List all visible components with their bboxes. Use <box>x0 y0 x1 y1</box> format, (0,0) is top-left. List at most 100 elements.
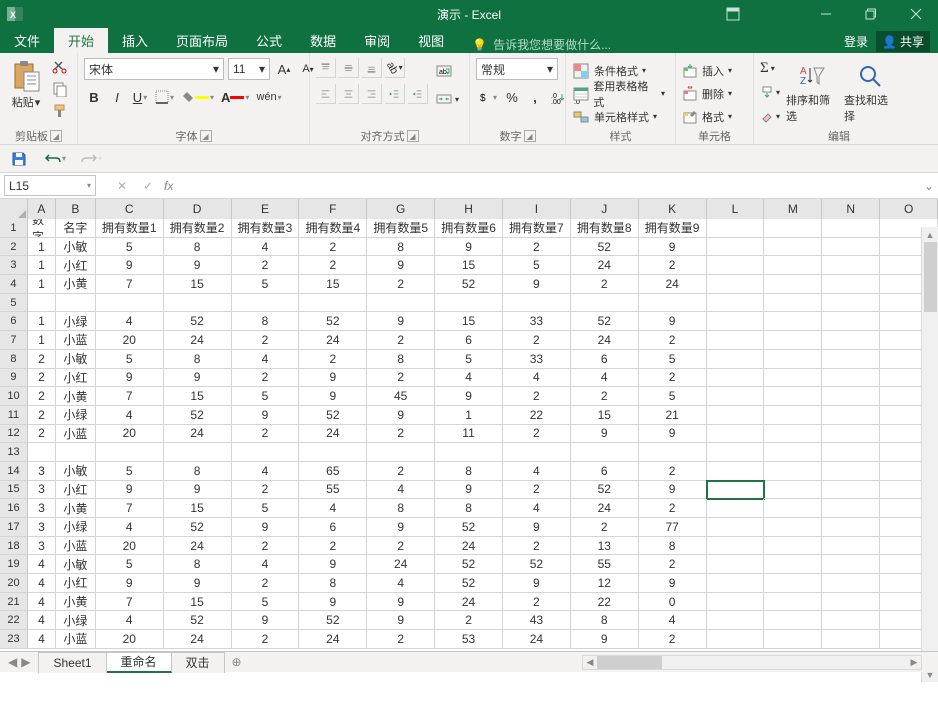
tab-view[interactable]: 视图 <box>404 28 458 53</box>
grid-cell[interactable] <box>764 499 822 518</box>
grid-cell[interactable]: 小蓝 <box>56 425 96 444</box>
grid-cell[interactable]: 2 <box>299 537 367 556</box>
grid-cell[interactable]: 1 <box>28 238 56 257</box>
find-select-button[interactable]: 查找和选择 <box>844 58 896 124</box>
tab-file[interactable]: 文件 <box>0 28 54 53</box>
grid-cell[interactable] <box>707 369 765 388</box>
sheet-tab[interactable]: 重命名 <box>107 652 172 673</box>
grid-cell[interactable] <box>764 518 822 537</box>
grid-cell[interactable]: 9 <box>232 406 300 425</box>
grid-cell[interactable]: 52 <box>435 574 503 593</box>
grid-cell[interactable] <box>822 574 880 593</box>
grid-cell[interactable]: 5 <box>435 350 503 369</box>
select-all-corner[interactable] <box>0 199 28 219</box>
grid-cell[interactable]: 2 <box>232 425 300 444</box>
grid-cell[interactable]: 2 <box>232 630 300 649</box>
grid-cell[interactable]: 2 <box>503 537 571 556</box>
grid-cell[interactable]: 33 <box>503 312 571 331</box>
sheet-tab[interactable]: Sheet1 <box>38 652 106 673</box>
grid-cell[interactable] <box>639 443 707 462</box>
grid-cell[interactable]: 55 <box>299 481 367 500</box>
grid-cell[interactable] <box>639 294 707 313</box>
grid-cell[interactable]: 9 <box>232 611 300 630</box>
phonetic-button[interactable]: wén▾ <box>254 86 283 108</box>
column-header[interactable]: E <box>232 199 300 219</box>
grid-cell[interactable] <box>707 481 765 500</box>
grid-cell[interactable]: 24 <box>571 499 639 518</box>
grid-cell[interactable] <box>764 406 822 425</box>
grid-cell[interactable]: 拥有数量7 <box>503 219 571 238</box>
grid-cell[interactable] <box>764 574 822 593</box>
redo-button[interactable]: ▾ <box>80 148 102 170</box>
grid-cell[interactable]: 9 <box>503 275 571 294</box>
grid-cell[interactable] <box>503 443 571 462</box>
grid-cell[interactable] <box>707 443 765 462</box>
grid-cell[interactable]: 7 <box>96 593 164 612</box>
grid-cell[interactable]: 0 <box>639 593 707 612</box>
grid-cell[interactable]: 2 <box>232 331 300 350</box>
grid-cell[interactable]: 15 <box>164 593 232 612</box>
row-header[interactable]: 19 <box>0 555 28 574</box>
grid-cell[interactable]: 24 <box>571 331 639 350</box>
insert-cells-button[interactable]: 插入▾ <box>682 60 736 81</box>
grid-cell[interactable]: 9 <box>639 238 707 257</box>
grid-cell[interactable] <box>764 593 822 612</box>
grid-cell[interactable]: 2 <box>503 481 571 500</box>
grid-cell[interactable] <box>707 518 765 537</box>
grid-cell[interactable] <box>822 518 880 537</box>
grid-cell[interactable]: 2 <box>232 256 300 275</box>
grid-cell[interactable]: 24 <box>299 425 367 444</box>
grid-cell[interactable]: 8 <box>367 499 435 518</box>
grid-cell[interactable]: 9 <box>164 481 232 500</box>
grid-cell[interactable]: 52 <box>164 611 232 630</box>
grid-cell[interactable]: 15 <box>435 256 503 275</box>
grid-cell[interactable]: 15 <box>299 275 367 294</box>
grid-cell[interactable]: 4 <box>96 518 164 537</box>
grid-cell[interactable]: 1 <box>28 331 56 350</box>
row-header[interactable]: 2 <box>0 238 28 257</box>
grid-cell[interactable] <box>707 238 765 257</box>
grid-cell[interactable]: 拥有数量4 <box>299 219 367 238</box>
grid-cell[interactable]: 22 <box>571 593 639 612</box>
grid-cell[interactable]: 2 <box>367 331 435 350</box>
grid-cell[interactable]: 2 <box>367 275 435 294</box>
column-header[interactable]: O <box>880 199 938 219</box>
column-header[interactable]: F <box>299 199 367 219</box>
grid-cell[interactable]: 3 <box>28 462 56 481</box>
grid-cell[interactable]: 拥有数量3 <box>232 219 300 238</box>
row-header[interactable]: 3 <box>0 256 28 275</box>
grid-cell[interactable]: 小绿 <box>56 312 96 331</box>
scroll-up-button[interactable]: ▲ <box>922 227 938 242</box>
grid-cell[interactable]: 15 <box>164 387 232 406</box>
grid-cell[interactable]: 9 <box>639 425 707 444</box>
grid-cell[interactable]: 拥有数量2 <box>164 219 232 238</box>
grid-cell[interactable] <box>707 499 765 518</box>
grid-cell[interactable]: 12 <box>571 574 639 593</box>
grid-cell[interactable]: 24 <box>164 537 232 556</box>
grid-cell[interactable] <box>232 443 300 462</box>
grid-cell[interactable]: 拥有数量1 <box>96 219 164 238</box>
decrease-indent-button[interactable] <box>385 84 405 104</box>
grid-cell[interactable]: 4 <box>28 574 56 593</box>
grid-cell[interactable] <box>764 387 822 406</box>
grid-cell[interactable] <box>764 312 822 331</box>
font-name-combo[interactable]: 宋体▾ <box>84 58 224 80</box>
delete-cells-button[interactable]: 删除▾ <box>682 83 736 104</box>
grid-cell[interactable]: 2 <box>28 406 56 425</box>
sign-in-link[interactable]: 登录 <box>844 33 868 50</box>
grid-cell[interactable] <box>822 406 880 425</box>
grid-cell[interactable]: 6 <box>299 518 367 537</box>
grid-cell[interactable]: 53 <box>435 630 503 649</box>
tab-data[interactable]: 数据 <box>296 28 350 53</box>
grid-cell[interactable] <box>822 630 880 649</box>
dialog-launcher-font[interactable]: ◢ <box>200 130 212 142</box>
grid-cell[interactable]: 小蓝 <box>56 630 96 649</box>
grid-cell[interactable]: 52 <box>571 312 639 331</box>
new-sheet-button[interactable]: ⊕ <box>225 655 249 669</box>
grid-cell[interactable]: 52 <box>299 406 367 425</box>
grid-cell[interactable] <box>164 294 232 313</box>
grid-cell[interactable] <box>822 443 880 462</box>
grid-cell[interactable] <box>764 630 822 649</box>
grid-cell[interactable] <box>707 256 765 275</box>
grid-cell[interactable]: 5 <box>639 387 707 406</box>
